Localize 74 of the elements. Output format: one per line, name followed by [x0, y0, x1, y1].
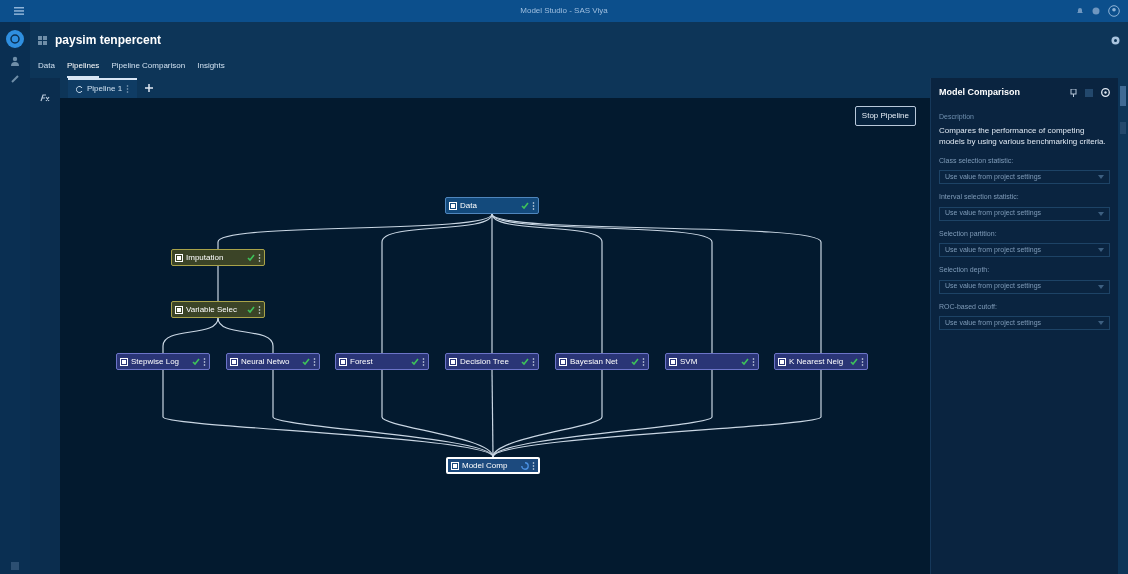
tab-label: Pipeline 1: [87, 83, 123, 95]
node-label: Bayesian Net: [570, 355, 619, 368]
node-label: Neural Netwo: [241, 355, 291, 368]
pipeline-node[interactable]: Decision Tree: [445, 353, 539, 370]
pipeline-node[interactable]: Stepwise Log: [116, 353, 210, 370]
more-icon[interactable]: [752, 357, 755, 366]
pipeline-node[interactable]: Data: [445, 197, 539, 214]
tab[interactable]: Insights: [197, 58, 225, 78]
bell-icon[interactable]: [1076, 7, 1084, 15]
caret-icon: [1098, 211, 1104, 216]
function-icon[interactable]: [40, 94, 50, 102]
node-icon: [559, 357, 567, 366]
menu-icon[interactable]: [14, 7, 24, 15]
tab[interactable]: Data: [38, 58, 55, 78]
pipeline-node[interactable]: Variable Selec: [171, 301, 265, 318]
description-text: Compares the performance of competing models by using various benchmarking criteria.: [939, 126, 1107, 148]
caret-icon: [1098, 248, 1104, 253]
project-title: paysim tenpercent: [55, 32, 162, 49]
node-icon: [339, 357, 347, 366]
window-title: Model Studio - SAS Viya: [520, 5, 608, 17]
panel-title: Model Comparison: [939, 86, 1020, 99]
connector-line: [217, 265, 219, 302]
pipeline-node[interactable]: Imputation: [171, 249, 265, 266]
tab[interactable]: Pipeline Comparison: [111, 58, 186, 78]
node-icon: [449, 357, 457, 366]
pipeline-node[interactable]: Neural Netwo: [226, 353, 320, 370]
node-icon: [449, 201, 457, 210]
node-label: Imputation: [186, 251, 225, 264]
node-label: Model Comp: [462, 459, 509, 472]
node-icon: [669, 357, 677, 366]
pipeline-node[interactable]: SVM: [665, 353, 759, 370]
apps-icon[interactable]: [38, 35, 47, 45]
connector-line: [162, 317, 219, 354]
pin-icon[interactable]: [1070, 88, 1077, 97]
node-icon: [175, 305, 183, 314]
more-icon[interactable]: [861, 357, 864, 366]
more-icon[interactable]: [258, 305, 261, 314]
more-icon[interactable]: [532, 461, 535, 470]
node-label: SVM: [680, 355, 699, 368]
node-label: K Nearest Neig: [789, 355, 845, 368]
node-label: Stepwise Log: [131, 355, 181, 368]
node-icon: [451, 461, 459, 470]
connector-line: [217, 317, 274, 354]
more-icon[interactable]: [642, 357, 645, 366]
node-icon: [120, 357, 128, 366]
pipeline-node[interactable]: K Nearest Neig: [774, 353, 868, 370]
add-icon[interactable]: [145, 84, 154, 92]
pipeline-tab[interactable]: Pipeline 1: [68, 78, 138, 98]
node-label: Data: [460, 199, 478, 212]
person-icon[interactable]: [10, 56, 20, 66]
node-label: Decision Tree: [460, 355, 510, 368]
node-label: Variable Selec: [186, 303, 238, 316]
stop-pipeline-button[interactable]: Stop Pipeline: [854, 106, 916, 126]
node-icon: [230, 357, 238, 366]
caret-icon: [1098, 284, 1104, 289]
user-icon[interactable]: [1108, 5, 1120, 17]
node-icon: [175, 253, 183, 262]
more-icon[interactable]: [532, 357, 535, 366]
more-icon[interactable]: [532, 201, 535, 210]
more-icon[interactable]: [126, 85, 130, 93]
node-label: Forest: [350, 355, 374, 368]
caret-icon: [1098, 321, 1104, 326]
more-icon[interactable]: [422, 357, 425, 366]
refresh-icon: [76, 85, 83, 93]
more-icon[interactable]: [313, 357, 316, 366]
more-icon[interactable]: [203, 357, 206, 366]
node-icon: [778, 357, 786, 366]
pipeline-node[interactable]: Bayesian Net: [555, 353, 649, 370]
settings-icon[interactable]: [1111, 35, 1120, 45]
avatar-icon[interactable]: [6, 30, 24, 48]
caret-icon: [1098, 175, 1104, 180]
more-icon[interactable]: [258, 253, 261, 262]
pipeline-node[interactable]: Forest: [335, 353, 429, 370]
pipeline-node[interactable]: Model Comp: [446, 457, 540, 474]
